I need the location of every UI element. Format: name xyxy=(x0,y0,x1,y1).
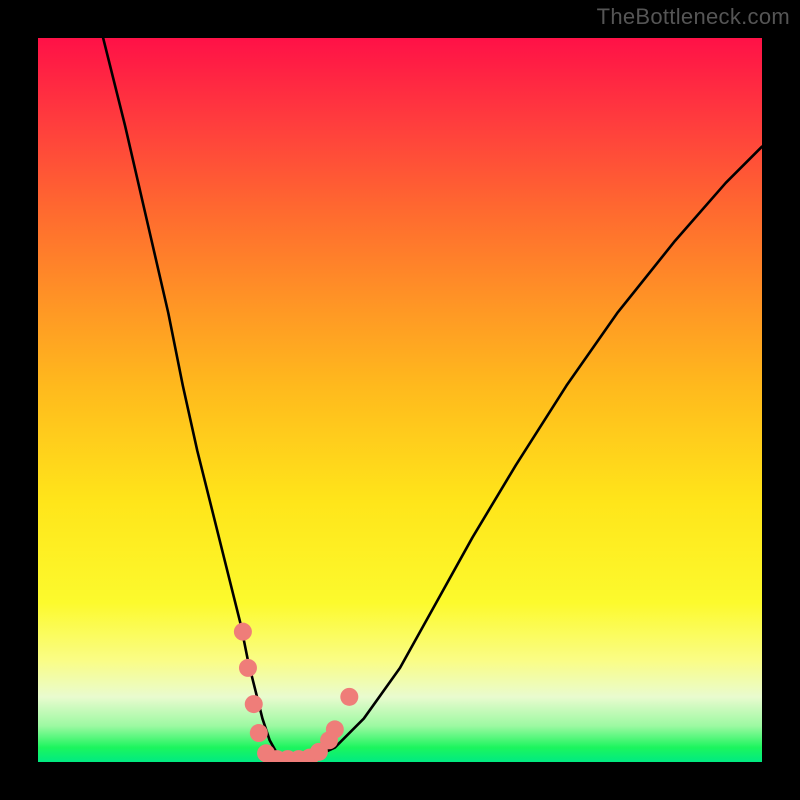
highlight-dot xyxy=(245,695,263,713)
highlight-dot xyxy=(250,724,268,742)
watermark-text: TheBottleneck.com xyxy=(597,4,790,30)
chart-frame: TheBottleneck.com xyxy=(0,0,800,800)
highlight-dot xyxy=(234,623,252,641)
highlight-dot xyxy=(239,659,257,677)
highlight-dot xyxy=(326,720,344,738)
chart-plot-area xyxy=(38,38,762,762)
highlight-dot xyxy=(340,688,358,706)
chart-svg xyxy=(38,38,762,762)
bottleneck-curve xyxy=(103,38,762,759)
